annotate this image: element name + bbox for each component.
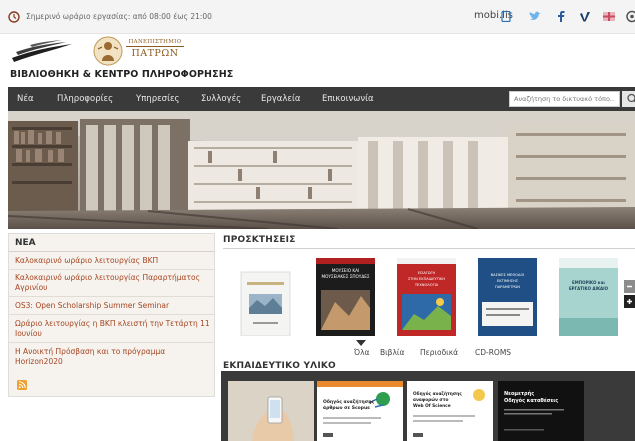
educational-thumb-title: Οδηγός αναζήτησης (413, 390, 462, 397)
book-cover-title: ΠΑΡΑΜΕΤΡΩΝ (495, 285, 520, 289)
educational-thumb-title: Οδηγός αναζήτησης (323, 398, 374, 405)
book-cover[interactable]: ΒΑΣΙΚΕΣ ΜΕΘΟΔΟΙ ΕΚΤΙΜΗΣΗΣ ΠΑΡΑΜΕΤΡΩΝ (477, 258, 538, 336)
book-cover[interactable] (235, 258, 296, 336)
book-cover-title: ΣΤΗΝ ΕΚΠΑΙΔΕΥΤΙΚΗ (408, 277, 445, 281)
filter-tab-periodicals[interactable]: Περιοδικά (420, 348, 458, 357)
rss-icon[interactable] (17, 380, 27, 390)
library-logo[interactable] (10, 38, 74, 64)
news-divider (9, 296, 214, 297)
book-cover-title: ΜΟΥΣΕΙΑΚΕΣ ΣΠΟΥΔΕΣ (321, 274, 369, 279)
clock-icon (8, 11, 20, 23)
nav-item-news[interactable]: Νέα (17, 94, 34, 104)
acquisitions-divider (223, 248, 635, 249)
educational-thumb-title: Νεομετρής (504, 390, 534, 397)
twitter-icon[interactable] (528, 10, 542, 23)
educational-thumb-title: Οδηγός καταθέσεις (504, 397, 558, 404)
educational-thumb-title: άρθρων σε Scopus (323, 404, 370, 411)
settings-icon[interactable] (625, 10, 635, 23)
news-link-5[interactable]: Η Ανοικτή Πρόσβαση και το πρόγραμμα Hori… (15, 347, 215, 367)
search-input[interactable] (509, 91, 620, 107)
news-panel: ΝΕΑ Καλοκαιρινό ωράριο λειτουργίας ΒΚΠ Κ… (8, 233, 215, 397)
nav-item-tools[interactable]: Εργαλεία (261, 94, 301, 104)
library-interior-banner (8, 111, 635, 229)
mobile-icon[interactable] (501, 11, 511, 22)
carousel-plus-icon[interactable] (624, 295, 635, 308)
nav-item-information[interactable]: Πληροφορίες (57, 94, 113, 104)
educational-thumb-title: Web Of Science (413, 403, 451, 409)
filter-tab-all[interactable]: Όλα (354, 348, 369, 357)
news-link-1[interactable]: Καλοκαιρινό ωράριο λειτουργίας ΒΚΠ (15, 256, 215, 266)
book-cover[interactable]: ΕΙΣΑΓΩΓΗ ΣΤΗΝ ΕΚΠΑΙΔΕΥΤΙΚΗ ΤΕΧΝΟΛΟΓΙΑ (396, 258, 457, 336)
active-filter-caret-icon (356, 340, 366, 346)
news-divider (9, 269, 214, 270)
educational-thumb[interactable]: Οδηγός αναζήτησης αναφορών στο Web Of Sc… (407, 381, 493, 441)
educational-thumb[interactable] (228, 381, 314, 441)
university-name[interactable]: ΠΑΝΕΠΙΣΤΗΜΙΟ ΠΑΤΡΩΝ (126, 38, 184, 63)
carousel-minus-icon[interactable] (624, 280, 635, 293)
filter-tab-books[interactable]: Βιβλία (380, 348, 404, 357)
university-seal-icon (93, 36, 123, 66)
search-icon[interactable] (622, 91, 635, 107)
news-heading: ΝΕΑ (15, 238, 36, 248)
main-navigation: Νέα Πληροφορίες Υπηρεσίες Συλλογές Εργαλ… (8, 87, 635, 111)
book-cover-title: ΕΜΠΟΡΙΚΟ και (572, 280, 605, 285)
top-info-bar: Σημερινό ωράριο εργασίας: από 08:00 έως … (0, 0, 635, 34)
book-cover-title: ΜΟΥΣΕΙΟ ΚΑΙ (332, 268, 359, 273)
vimeo-icon[interactable] (578, 10, 592, 23)
news-divider (9, 342, 214, 343)
opening-hours-text: Σημερινό ωράριο εργασίας: από 08:00 έως … (26, 12, 212, 21)
book-cover-title: ΤΕΧΝΟΛΟΓΙΑ (414, 283, 439, 287)
news-link-4[interactable]: Ωράριο λειτουργίας η ΒΚΠ κλειστή την Τετ… (15, 319, 215, 339)
educational-material-heading: ΕΚΠΑΙΔΕΥΤΙΚΟ ΥΛΙΚΟ (223, 361, 336, 371)
educational-thumb[interactable]: Νεομετρής Οδηγός καταθέσεις (498, 381, 584, 441)
flag-uk-icon[interactable] (602, 10, 616, 23)
book-cover[interactable]: ΕΜΠΟΡΙΚΟ και ΕΡΓΑΤΙΚΟ ΔΙΚΑΙΟ (558, 258, 619, 336)
book-cover-title: ΕΡΓΑΤΙΚΟ ΔΙΚΑΙΟ (569, 286, 609, 291)
nav-item-contact[interactable]: Επικοινωνία (322, 94, 374, 104)
news-heading-divider (9, 251, 214, 252)
site-title: ΒΙΒΛΙΟΘΗΚΗ & ΚΕΝΤΡΟ ΠΛΗΡΟΦΟΡΗΣΗΣ (10, 69, 234, 80)
educational-thumb-title: αναφορών στο (413, 396, 448, 403)
book-cover[interactable]: ΜΟΥΣΕΙΟ ΚΑΙ ΜΟΥΣΕΙΑΚΕΣ ΣΠΟΥΔΕΣ (315, 258, 376, 336)
acquisitions-heading: ΠΡΟΣΚΤΗΣΕΙΣ (223, 235, 296, 245)
university-name-line1: ΠΑΝΕΠΙΣΤΗΜΙΟ (126, 38, 184, 47)
book-cover-title: ΕΚΤΙΜΗΣΗΣ (497, 279, 519, 283)
facebook-icon[interactable] (554, 10, 568, 23)
filter-tab-cdroms[interactable]: CD-ROMS (475, 348, 511, 357)
nav-item-services[interactable]: Υπηρεσίες (136, 94, 180, 104)
news-link-3[interactable]: OS3: Open Scholarship Summer Seminar (15, 301, 215, 311)
educational-thumb[interactable]: Οδηγός αναζήτησης άρθρων σε Scopus (317, 381, 403, 441)
book-cover-title: ΒΑΣΙΚΕΣ ΜΕΘΟΔΟΙ (491, 273, 525, 277)
news-divider (9, 314, 214, 315)
nav-item-collections[interactable]: Συλλογές (201, 94, 241, 104)
university-name-line2: ΠΑΤΡΩΝ (131, 48, 179, 59)
news-link-2[interactable]: Καλοκαιρινό ωράριο λειτουργίας Παραρτήμα… (15, 273, 215, 293)
book-cover-title: ΕΙΣΑΓΩΓΗ (418, 271, 436, 275)
